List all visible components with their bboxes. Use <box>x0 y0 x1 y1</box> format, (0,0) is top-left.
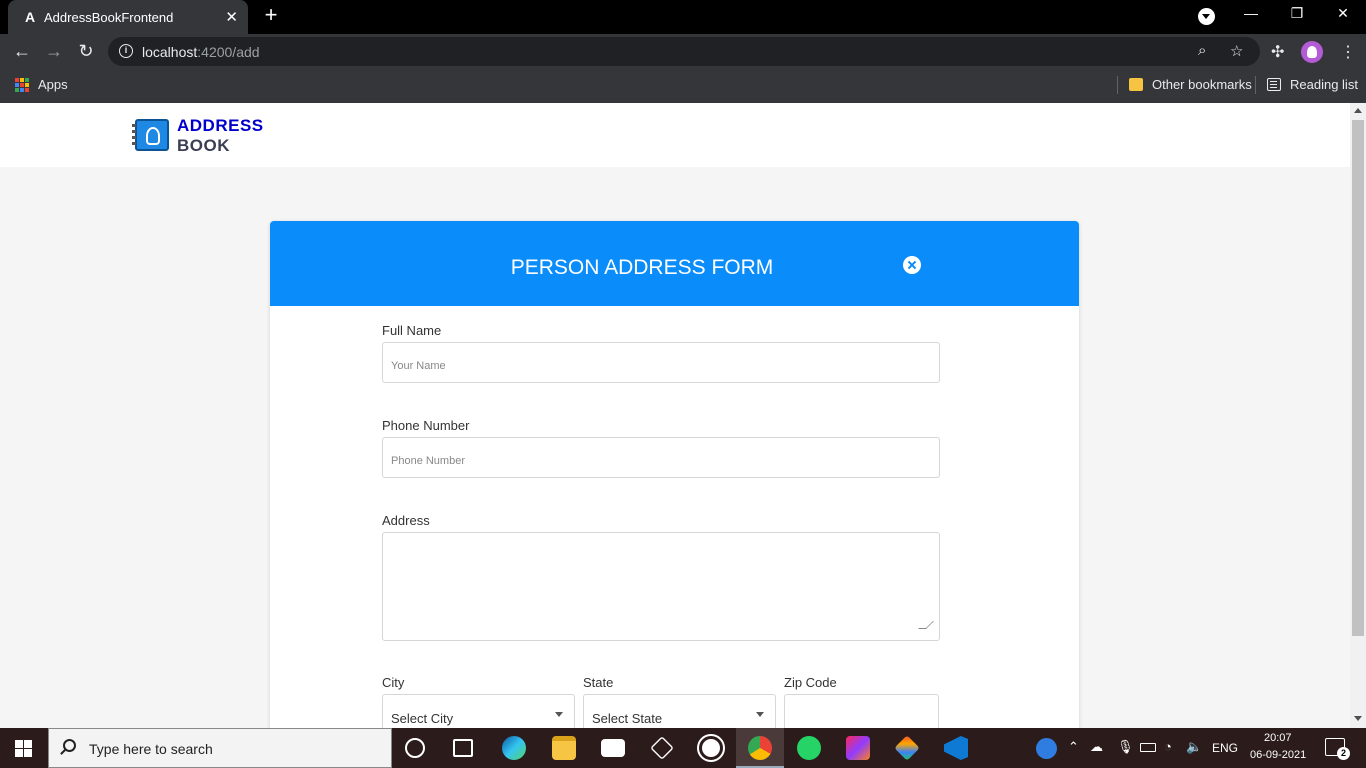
scrollbar-thumb[interactable] <box>1352 120 1364 636</box>
minimize-button[interactable]: — <box>1236 5 1266 21</box>
other-bookmarks[interactable]: Other bookmarks <box>1152 77 1252 92</box>
reading-list-icon <box>1267 78 1281 91</box>
notification-count-badge: 2 <box>1337 747 1350 760</box>
bookmark-star-icon[interactable]: ☆ <box>1230 42 1243 60</box>
reload-button[interactable]: ↻ <box>74 40 98 64</box>
folder-icon <box>1129 78 1143 91</box>
apps-bookmark[interactable]: Apps <box>38 77 68 92</box>
windows-start-icon[interactable] <box>15 740 32 757</box>
page-viewport: ADDRESS BOOK PERSON ADDRESS FORM Full Na… <box>0 103 1350 728</box>
windows-taskbar: Type here to search ⌃ ☁ 🎙 ◔ 🔈 ENG 20:07 … <box>0 728 1366 768</box>
url-text: localhost:4200/add <box>142 44 260 60</box>
city-select[interactable]: Select City <box>382 694 575 728</box>
zip-code-label: Zip Code <box>784 675 837 690</box>
new-tab-button[interactable]: + <box>260 4 282 27</box>
git-kraken-icon[interactable] <box>894 735 920 761</box>
cortana-icon[interactable] <box>405 738 425 758</box>
task-view-icon[interactable] <box>453 739 473 757</box>
intellij-icon[interactable] <box>846 736 870 760</box>
help-icon[interactable] <box>1036 738 1057 759</box>
logo-text-book[interactable]: BOOK <box>177 136 230 156</box>
chevron-down-icon <box>756 712 764 717</box>
forward-button[interactable]: → <box>42 40 66 64</box>
state-select-value: Select State <box>592 711 663 726</box>
browser-tab-strip: A AddressBookFrontend ✕ + — ❐ ✕ <box>0 0 1366 34</box>
bookmark-divider <box>1255 76 1256 94</box>
apps-grid-icon[interactable] <box>15 78 29 92</box>
vscode-icon[interactable] <box>944 736 968 760</box>
city-label: City <box>382 675 405 690</box>
bookmarks-bar: Apps Other bookmarks Reading list <box>0 69 1366 103</box>
edge-icon[interactable] <box>502 736 526 760</box>
mail-icon[interactable] <box>601 739 625 757</box>
chevron-down-icon <box>555 712 563 717</box>
url-path: :4200/add <box>197 44 260 60</box>
taskbar-search-placeholder: Type here to search <box>89 741 213 757</box>
github-desktop-icon[interactable] <box>697 734 725 762</box>
chrome-icon[interactable] <box>748 736 772 760</box>
wifi-icon[interactable]: ◔ <box>1164 739 1172 754</box>
profile-avatar[interactable] <box>1301 41 1323 63</box>
browser-tab[interactable]: A AddressBookFrontend ✕ <box>8 0 248 34</box>
search-icon <box>63 739 76 752</box>
form-title: PERSON ADDRESS FORM <box>510 256 774 279</box>
taskbar-search-box[interactable]: Type here to search <box>48 728 392 768</box>
address-book-logo-icon[interactable] <box>132 119 169 151</box>
state-select[interactable]: Select State <box>583 694 776 728</box>
zoom-search-icon[interactable]: ⌕ <box>1198 42 1206 59</box>
angular-favicon-icon: A <box>24 9 36 25</box>
microphone-icon[interactable]: 🎙 <box>1117 739 1134 755</box>
city-select-value: Select City <box>391 711 454 726</box>
browser-toolbar: ← → ↻ i localhost:4200/add ⌕ ☆ <box>0 34 1366 69</box>
tab-close-icon[interactable]: ✕ <box>225 8 238 26</box>
address-label: Address <box>382 513 430 528</box>
tab-search-icon[interactable] <box>1198 8 1215 25</box>
chrome-menu-icon[interactable]: ⋮ <box>1340 42 1356 62</box>
reading-list[interactable]: Reading list <box>1290 77 1358 92</box>
person-address-form: PERSON ADDRESS FORM Full Name Phone Numb… <box>270 221 1079 728</box>
clock-date[interactable]: 06-09-2021 <box>1250 749 1306 761</box>
notification-center-icon[interactable]: 2 <box>1325 738 1350 760</box>
back-button[interactable]: ← <box>10 40 34 64</box>
onedrive-cloud-icon[interactable]: ☁ <box>1090 739 1103 755</box>
dropbox-icon[interactable] <box>650 736 674 760</box>
scroll-down-icon[interactable] <box>1354 716 1362 721</box>
logo-text-address[interactable]: ADDRESS <box>177 116 264 136</box>
full-name-label: Full Name <box>382 323 442 338</box>
site-info-icon[interactable]: i <box>119 44 133 58</box>
battery-icon[interactable] <box>1140 743 1156 752</box>
input-language[interactable]: ENG <box>1212 741 1238 755</box>
window-close-button[interactable]: ✕ <box>1328 5 1358 22</box>
full-name-input[interactable] <box>382 342 940 383</box>
file-explorer-icon[interactable] <box>552 736 576 760</box>
phone-number-label: Phone Number <box>382 418 470 433</box>
volume-icon[interactable]: 🔈 <box>1186 739 1202 755</box>
url-host: localhost <box>142 44 198 60</box>
extensions-puzzle-icon[interactable]: ✣ <box>1271 42 1284 62</box>
address-textarea[interactable] <box>382 532 940 641</box>
close-form-icon[interactable] <box>903 256 921 274</box>
restore-button[interactable]: ❐ <box>1282 5 1312 22</box>
state-label: State <box>583 675 614 690</box>
address-bar[interactable]: i localhost:4200/add ⌕ ☆ <box>108 37 1260 66</box>
scroll-up-icon[interactable] <box>1354 108 1362 113</box>
zip-code-input[interactable] <box>784 694 939 728</box>
form-header: PERSON ADDRESS FORM <box>270 221 1079 306</box>
whatsapp-icon[interactable] <box>797 736 821 760</box>
page-scrollbar[interactable] <box>1350 103 1366 728</box>
bookmark-divider <box>1117 76 1118 94</box>
phone-number-input[interactable] <box>382 437 940 478</box>
clock-time[interactable]: 20:07 <box>1264 732 1292 744</box>
tab-title: AddressBookFrontend <box>44 10 174 25</box>
app-header: ADDRESS BOOK <box>0 103 1350 167</box>
chevron-up-icon[interactable]: ⌃ <box>1068 739 1079 755</box>
